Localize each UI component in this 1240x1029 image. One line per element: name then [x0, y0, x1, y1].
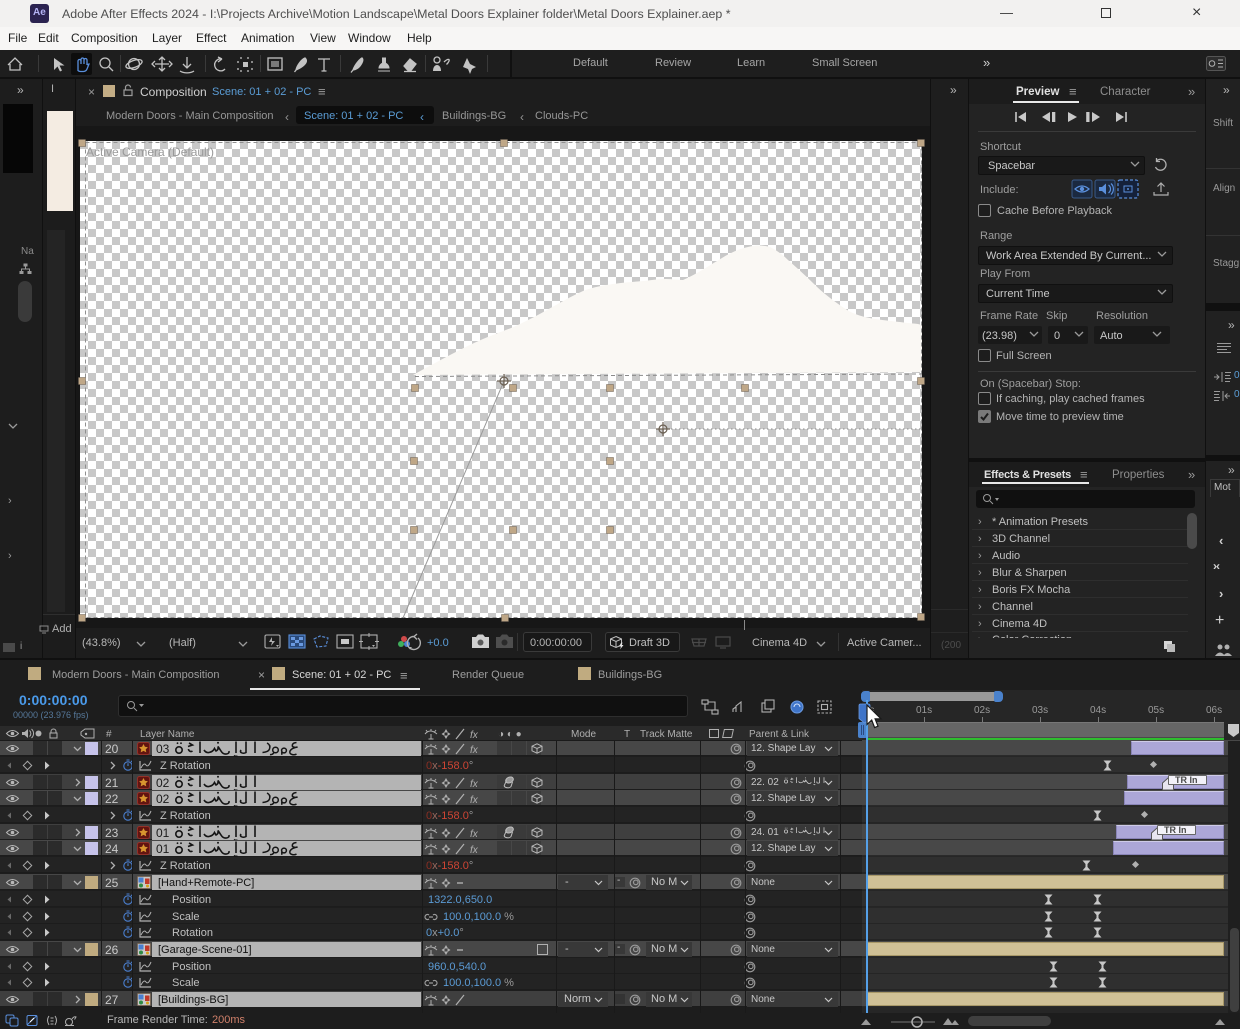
svg-text:fx: fx [470, 795, 479, 806]
svg-text:fx: fx [470, 779, 479, 790]
svg-text:fx: fx [470, 845, 479, 856]
svg-text:fx: fx [470, 829, 479, 840]
svg-text:fx: fx [470, 745, 479, 756]
svg-text:fx: fx [470, 730, 479, 741]
